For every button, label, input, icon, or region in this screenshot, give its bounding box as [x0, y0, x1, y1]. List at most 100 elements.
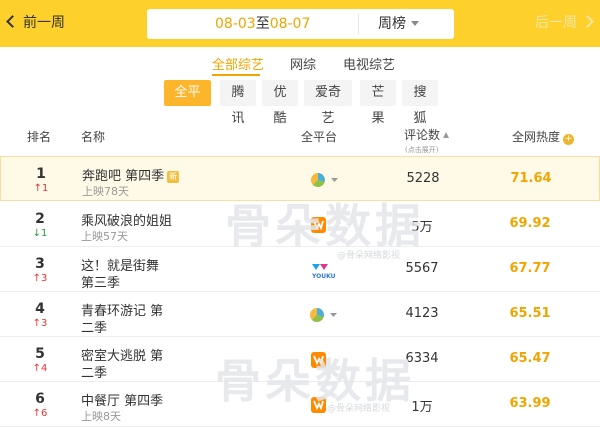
- show-name[interactable]: 乘风破浪的姐姐: [81, 210, 172, 229]
- platform-filter: 全平台 腾讯 优酷 爱奇艺 芒果 搜狐: [0, 80, 600, 126]
- days-released: 上映8天: [81, 410, 121, 423]
- table-row[interactable]: 6 ↑6 中餐厅 第四季 上映8天 1万 63.99: [0, 382, 600, 427]
- review-count: 5567: [405, 261, 439, 276]
- tab-tv-variety[interactable]: 电视综艺: [343, 54, 395, 73]
- heat-score: 63.99: [509, 396, 551, 411]
- col-rank: 排名: [27, 130, 52, 144]
- rank-change: ↑4: [29, 363, 51, 374]
- platform-sohu-button[interactable]: 搜狐: [402, 80, 438, 126]
- chevron-left-icon: [6, 15, 19, 28]
- date-range-box: 08-03至08-07 周榜: [147, 9, 454, 39]
- top-bar: 前一周 08-03至08-07 周榜 后一周: [0, 0, 600, 47]
- table-row[interactable]: 5 ↑4 密室大逃脱 第二季 6334 65.47: [0, 337, 600, 382]
- col-platform: 全平台: [301, 130, 338, 144]
- svg-text:YOUKU: YOUKU: [311, 273, 336, 279]
- rank-change-value: 3: [41, 318, 48, 329]
- date-divider: [358, 14, 359, 34]
- heat-score: 67.77: [509, 261, 551, 276]
- rank-number: 3: [35, 256, 45, 272]
- col-reviews-label: 评论数: [404, 128, 441, 142]
- youku-icon[interactable]: YOUKU: [308, 261, 340, 280]
- heat-score: 65.47: [509, 351, 551, 366]
- date-separator: 至: [255, 16, 270, 32]
- rank-number: 2: [35, 211, 45, 227]
- multi-platform-icon[interactable]: [308, 306, 340, 324]
- rank-change-value: 6: [41, 408, 48, 419]
- show-name-text: 中餐厅 第四季: [81, 394, 164, 409]
- rank-change-arrow-icon: ↑: [32, 408, 41, 419]
- rank-change-arrow-icon: ↑: [33, 183, 42, 194]
- heat-score: 69.92: [509, 216, 551, 231]
- review-count: 5228: [406, 171, 440, 186]
- rank-number: 1: [36, 166, 46, 182]
- rank-number: 6: [35, 391, 45, 407]
- tab-web-variety[interactable]: 网综: [290, 54, 316, 73]
- rank-number: 4: [35, 301, 45, 317]
- period-select[interactable]: 周榜: [378, 9, 419, 39]
- show-name-text: 奔跑吧 第四季: [82, 169, 165, 184]
- col-heat-label: 全网热度: [512, 130, 561, 144]
- rank-change: ↓1: [29, 228, 51, 239]
- show-name-line2: 二季: [81, 366, 108, 381]
- show-name[interactable]: 中餐厅 第四季: [81, 390, 163, 409]
- rank-change: ↑3: [29, 273, 51, 284]
- table-row[interactable]: 2 ↓1 乘风破浪的姐姐 上映57天 5万 69.92: [0, 202, 600, 247]
- show-name-line2: 第三季: [81, 276, 121, 291]
- rank-change-value: 4: [41, 363, 48, 374]
- heat-score: 71.64: [510, 171, 552, 186]
- table-row[interactable]: 4 ↑3 青春环游记 第二季 4123 65.51: [0, 292, 600, 337]
- review-count: 5万: [411, 220, 433, 235]
- rank-change-value: 1: [41, 228, 48, 239]
- info-icon: +: [563, 134, 575, 145]
- platform-youku-button[interactable]: 优酷: [262, 80, 298, 126]
- rank-number: 5: [35, 346, 45, 362]
- col-reviews[interactable]: 评论数: [404, 126, 450, 143]
- days-released: 上映57天: [81, 230, 128, 243]
- review-count: 4123: [405, 306, 439, 321]
- days-released: 上映78天: [82, 185, 129, 198]
- period-label: 周榜: [378, 16, 406, 32]
- rank-change-arrow-icon: ↑: [32, 318, 41, 329]
- mango-tv-icon[interactable]: [308, 216, 340, 234]
- rank-change: ↑3: [29, 318, 51, 329]
- show-name[interactable]: 奔跑吧 第四季新: [82, 165, 180, 184]
- rank-change-value: 1: [42, 183, 49, 194]
- new-badge: 新: [167, 171, 180, 183]
- show-name-text: 乘风破浪的姐姐: [81, 214, 173, 229]
- col-reviews-note: (点击展开): [405, 146, 439, 154]
- prev-week-button[interactable]: 前一周: [6, 0, 65, 47]
- rank-change: ↑6: [29, 408, 51, 419]
- caret-down-icon: [411, 21, 419, 26]
- date-range[interactable]: 08-03至08-07: [215, 9, 310, 39]
- review-count: 6334: [405, 351, 439, 366]
- active-tab-underline: [212, 74, 260, 76]
- mango-tv-icon[interactable]: [308, 396, 340, 414]
- rank-change-arrow-icon: ↑: [32, 273, 41, 284]
- date-start: 08-03: [215, 16, 256, 32]
- category-tabs: 全部综艺 网综 电视综艺: [0, 47, 600, 77]
- prev-week-label: 前一周: [23, 15, 65, 31]
- table-row[interactable]: 3 ↑3 这！就是街舞 第三季 YOUKU 5567 67.77: [0, 247, 600, 292]
- date-end: 08-07: [269, 16, 311, 32]
- platform-mango-button[interactable]: 芒果: [360, 80, 396, 126]
- next-week-label: 后一周: [535, 15, 577, 31]
- rank-change-arrow-icon: ↑: [32, 363, 41, 374]
- review-count: 1万: [411, 400, 433, 415]
- chevron-right-icon: [581, 15, 594, 28]
- col-name: 名称: [81, 130, 106, 144]
- table-row[interactable]: 1 ↑1 奔跑吧 第四季新上映78天 5228 71.64: [0, 156, 600, 201]
- platform-tencent-button[interactable]: 腾讯: [220, 80, 256, 126]
- sort-icon: [443, 132, 450, 138]
- col-heat[interactable]: 全网热度 +: [512, 128, 575, 145]
- rank-change-value: 3: [41, 273, 48, 284]
- platform-iqiyi-button[interactable]: 爱奇艺: [304, 80, 352, 126]
- tab-all-variety[interactable]: 全部综艺: [212, 54, 264, 73]
- mango-tv-icon[interactable]: [308, 351, 340, 369]
- multi-platform-icon[interactable]: [309, 171, 341, 189]
- next-week-button[interactable]: 后一周: [535, 0, 594, 47]
- platform-all-button[interactable]: 全平台: [164, 80, 211, 126]
- heat-score: 65.51: [509, 306, 551, 321]
- rank-change: ↑1: [30, 183, 52, 194]
- rank-change-arrow-icon: ↓: [32, 228, 41, 239]
- table-header: 排名 名称 全平台 评论数 (点击展开) 全网热度 +: [0, 117, 600, 157]
